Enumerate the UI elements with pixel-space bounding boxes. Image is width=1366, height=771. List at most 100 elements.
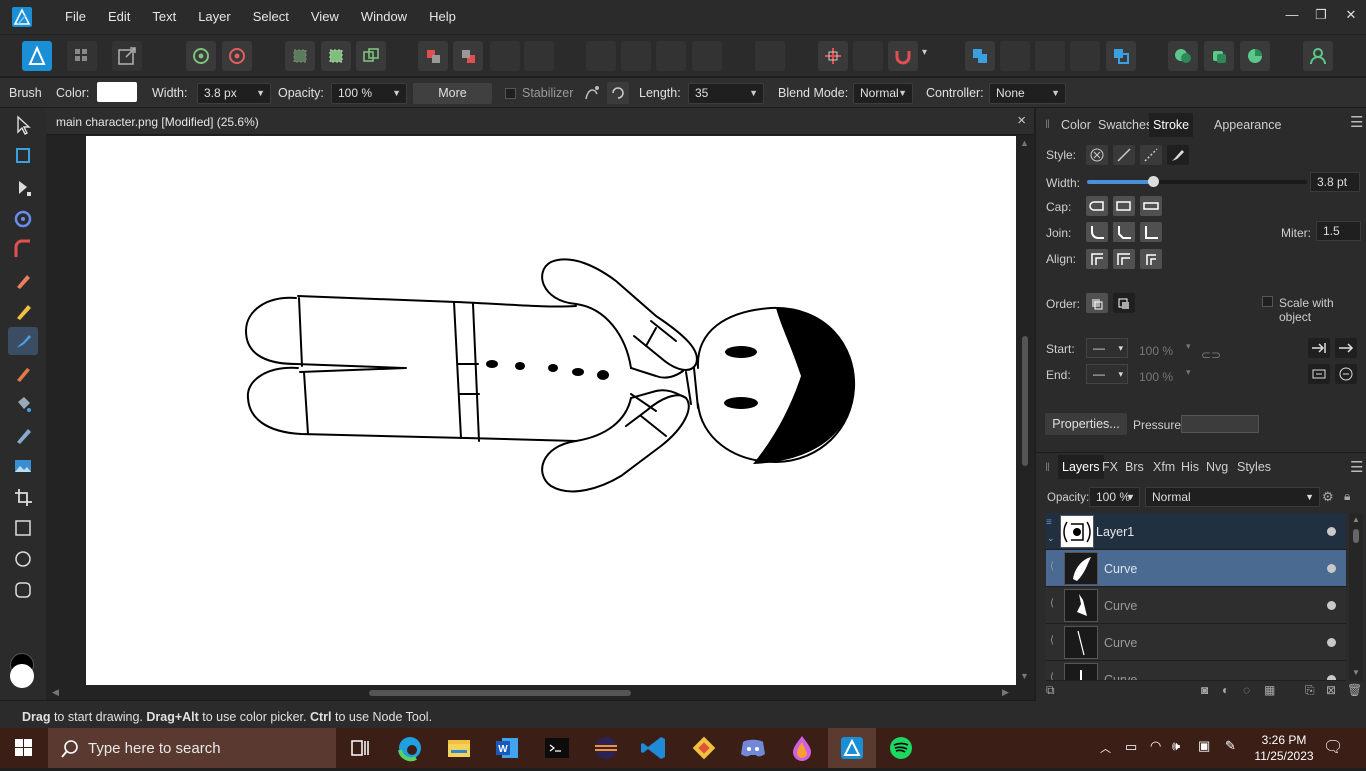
distribute-icon[interactable] [755,41,785,71]
arrange-disabled-2-icon[interactable] [524,41,554,71]
menu-edit[interactable]: Edit [97,0,141,34]
add-fx-icon[interactable]: ◌ [1243,683,1250,697]
show-hidden-icons-chevron-icon[interactable]: ︿ [1100,740,1111,756]
layers-scroll-thumb[interactable] [1353,529,1359,543]
align-left-icon[interactable] [586,41,616,71]
point-transform-tool-icon[interactable] [8,205,38,233]
boolean-xor-icon[interactable] [1070,41,1100,71]
tab-styles[interactable]: Styles [1233,455,1275,479]
layer-expand-icon[interactable]: ≡ [1046,517,1052,528]
chevron-down-icon[interactable]: ⌄ [1047,533,1055,544]
more-button[interactable]: More [413,83,492,104]
menu-layer[interactable]: Layer [187,0,242,34]
slider-handle[interactable] [1148,176,1159,187]
file-explorer-icon[interactable] [435,728,483,768]
taskbar-search[interactable]: Type here to search [48,728,336,768]
boolean-intersect-icon[interactable] [1035,41,1065,71]
align-right-icon[interactable] [656,41,686,71]
opacity-field[interactable]: 100 % ▼ [331,83,407,104]
arrange-back-icon[interactable] [418,41,448,71]
close-document-icon[interactable]: × [1017,112,1026,129]
rounded-rectangle-tool-icon[interactable] [8,576,38,604]
start-arrowhead-select[interactable]: — ▾ [1086,338,1128,358]
layer-visibility-icon[interactable] [1327,601,1336,610]
display-icon[interactable]: ▣ [1198,738,1210,754]
fill-tool-icon[interactable] [8,390,38,418]
layer-row-parent[interactable]: ≡ ⌄ Layer1 [1046,513,1346,550]
window-mode-icon[interactable] [607,82,629,104]
close-icon[interactable]: ✕ [1336,0,1366,30]
scroll-up-icon[interactable]: ▲ [1020,138,1029,148]
edge-icon[interactable] [386,728,434,768]
scroll-left-icon[interactable]: ◀ [52,687,59,698]
layer-visibility-icon[interactable] [1327,527,1336,536]
properties-button[interactable]: Properties... [1045,413,1127,435]
layer-row[interactable]: ⟨ Curve [1046,587,1346,624]
affinity-photo-icon[interactable] [778,728,826,768]
spotify-icon[interactable] [877,728,925,768]
crop-tool-icon[interactable] [8,483,38,511]
tab-fx[interactable]: FX [1098,455,1122,479]
insert-inside-icon[interactable] [1168,41,1198,71]
export-persona-icon[interactable] [112,41,142,71]
settings-gear-icon[interactable] [186,41,216,71]
join-miter-icon[interactable] [1140,222,1162,242]
align-outside-icon[interactable] [1140,249,1162,269]
canvas[interactable] [86,136,1016,685]
order-front-icon[interactable] [1113,293,1135,313]
tab-layers[interactable]: Layers [1058,455,1104,479]
rectangle-tool-icon[interactable] [8,514,38,542]
place-image-tool-icon[interactable] [8,452,38,480]
controller-select[interactable]: None ▼ [989,83,1066,104]
artboard-tool-icon[interactable] [8,142,38,170]
battery-icon[interactable]: ▭ [1125,739,1137,755]
stabilizer-checkbox[interactable] [505,88,516,99]
tab-brushes[interactable]: Brs [1121,455,1148,479]
length-field[interactable]: 35 ▼ [688,83,764,104]
restore-icon[interactable]: ❐ [1306,0,1336,30]
affinity-designer-icon[interactable] [828,728,876,768]
tab-color[interactable]: Color [1057,113,1095,137]
arrow-end-icon[interactable] [1308,338,1330,358]
terminal-icon[interactable] [533,728,581,768]
vector-brush-tool-icon[interactable] [8,327,38,355]
reset-arrowheads-icon[interactable] [1335,364,1357,384]
panel-menu-icon[interactable]: ☰ [1350,458,1363,476]
corner-tool-icon[interactable] [8,235,38,263]
tab-navigator[interactable]: Nvg [1202,455,1232,479]
fill-color-well[interactable] [10,664,34,688]
align-center-icon[interactable] [621,41,651,71]
eclipse-icon[interactable] [582,728,630,768]
scroll-down-icon[interactable]: ▼ [1352,668,1360,677]
layer-row[interactable]: ⟨ Curve [1046,624,1346,661]
panel-grip-icon[interactable]: ‖ [1045,460,1050,474]
blend-mode-select[interactable]: Normal ▼ [853,83,913,104]
join-bevel-icon[interactable] [1113,222,1135,242]
cap-butt-icon[interactable] [1086,196,1108,216]
pen-tool-icon[interactable] [8,266,38,294]
insert-behind-icon[interactable] [1204,41,1234,71]
cap-round-icon[interactable] [1113,196,1135,216]
user-account-icon[interactable] [1303,41,1333,71]
style-brush-icon[interactable] [1167,145,1189,165]
menu-help[interactable]: Help [418,0,467,34]
link-icon[interactable]: ⊂⊃ [1201,348,1221,362]
layer-visibility-icon[interactable] [1327,564,1336,573]
select-same-icon[interactable] [356,41,386,71]
pencil-tool-icon[interactable] [8,297,38,325]
scroll-down-icon[interactable]: ▼ [1020,671,1029,681]
panel-grip-icon[interactable]: ‖ [1045,117,1050,131]
add-layer-icon[interactable]: ⎘ [1305,683,1315,698]
horizontal-scroll-thumb[interactable] [369,690,631,696]
align-inside-icon[interactable] [1086,249,1108,269]
swap-arrowheads-icon[interactable] [1308,364,1330,384]
start-button[interactable] [0,728,48,768]
stroke-width-field[interactable]: 3.8 pt [1310,172,1360,192]
boolean-subtract-icon[interactable] [1000,41,1030,71]
tab-history[interactable]: His [1177,455,1203,479]
join-round-icon[interactable] [1086,222,1108,242]
lock-icon[interactable]: 🔒︎ [1344,489,1350,504]
layer-row[interactable]: ⟨ Curve [1046,661,1346,681]
rope-mode-icon[interactable] [581,82,603,104]
start-scale[interactable]: 100 % [1139,344,1173,358]
